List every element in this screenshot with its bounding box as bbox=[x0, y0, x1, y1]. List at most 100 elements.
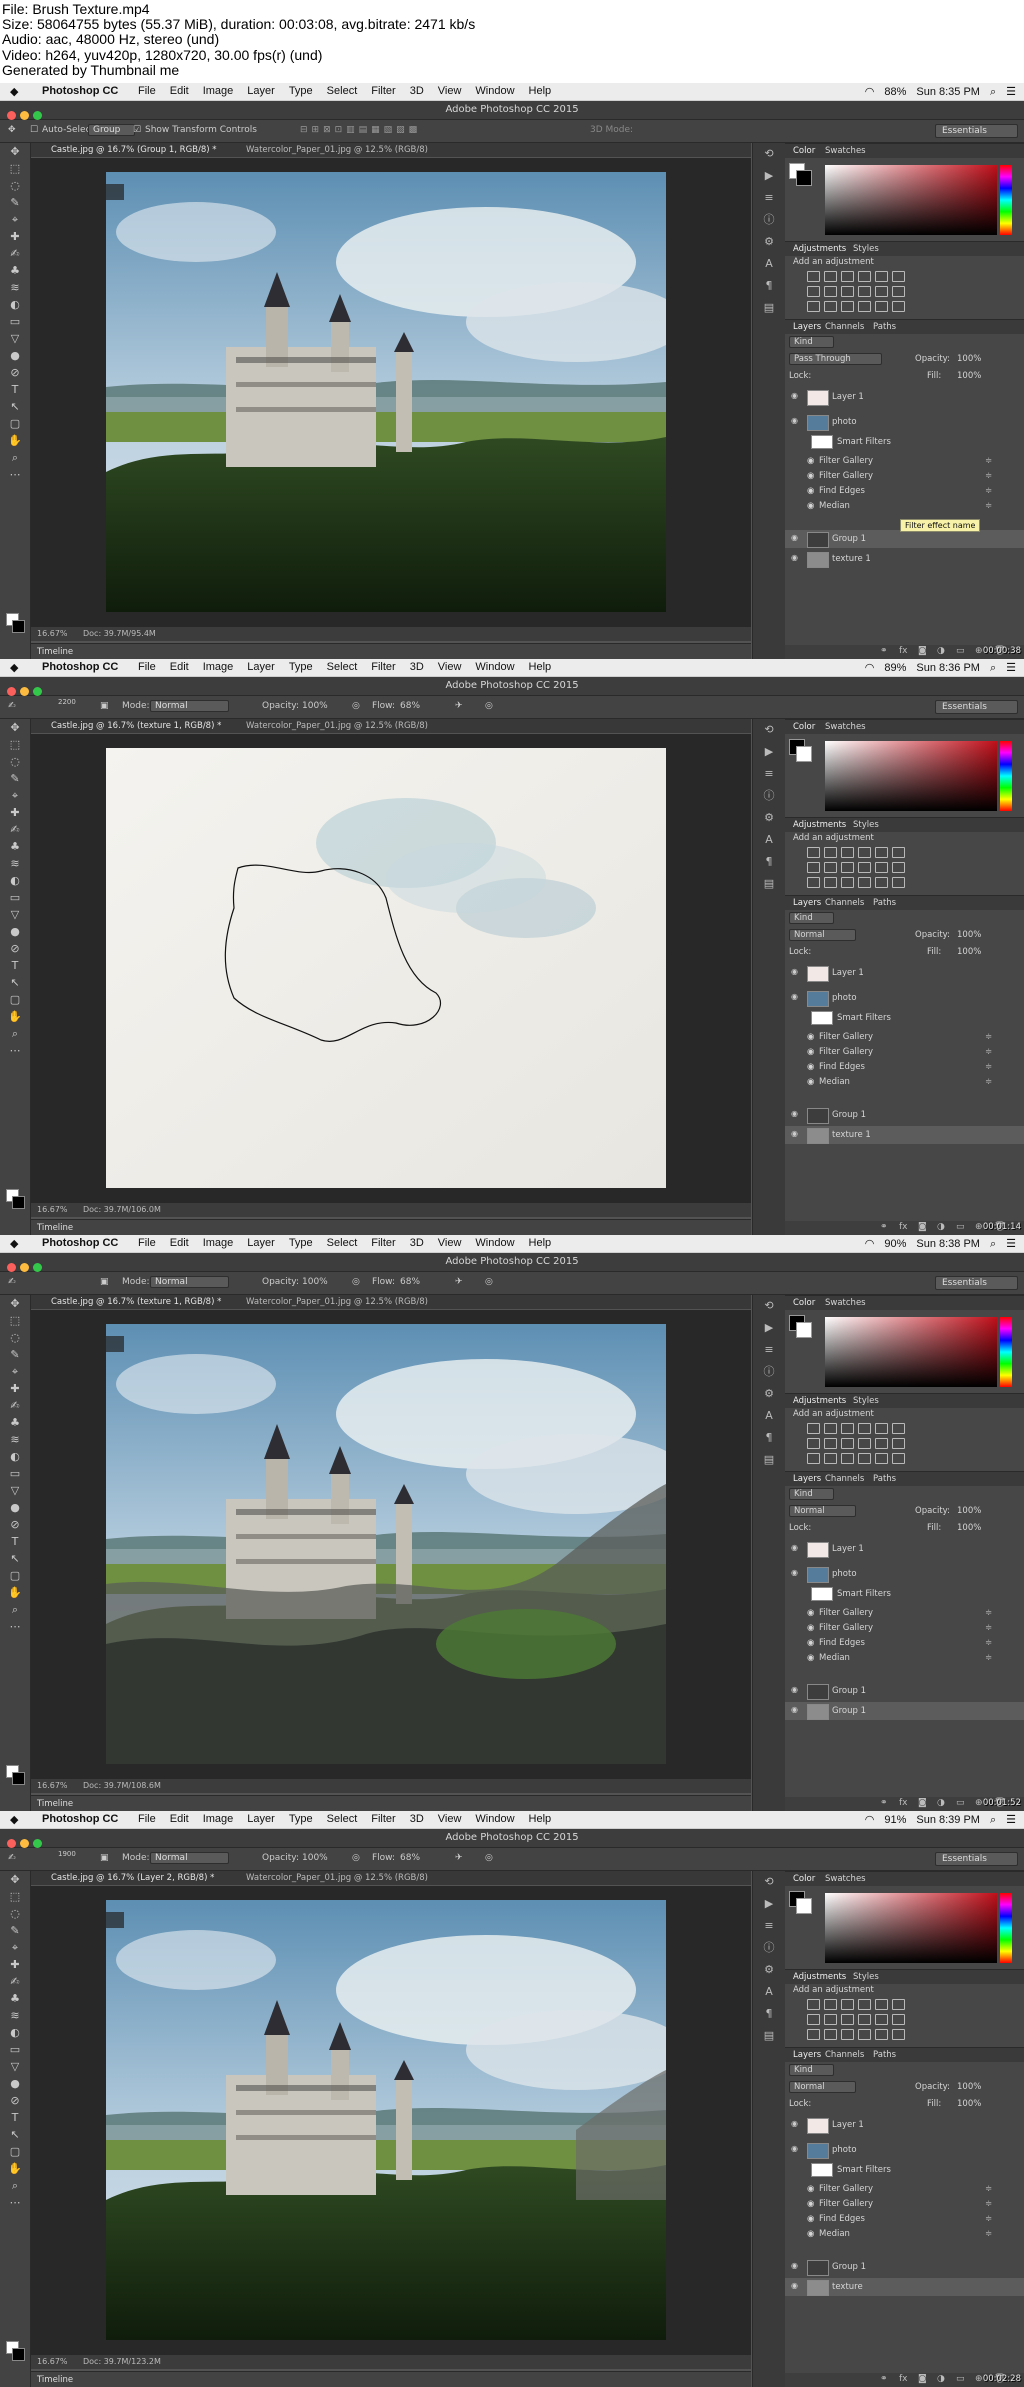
list-icon[interactable]: ☰ bbox=[1006, 1238, 1016, 1250]
opacity-value[interactable]: 100% bbox=[302, 1277, 328, 1287]
tool-icon[interactable]: ◐ bbox=[0, 2024, 30, 2041]
fx-icon[interactable]: fx bbox=[899, 646, 908, 656]
apple-icon[interactable]: ◆ bbox=[10, 661, 18, 674]
filter-options-icon[interactable]: ≑ bbox=[985, 501, 992, 511]
smart-filter-item[interactable]: Filter Gallery bbox=[819, 2184, 873, 2194]
menu-item[interactable]: Help bbox=[529, 661, 552, 673]
mask-icon[interactable]: ◙ bbox=[918, 646, 927, 656]
menu-item[interactable]: Select bbox=[327, 1813, 358, 1825]
menu-item[interactable]: Edit bbox=[170, 1813, 189, 1825]
auto-select-checkbox[interactable]: ☐ bbox=[30, 125, 38, 135]
smart-filter-item[interactable]: Find Edges bbox=[819, 486, 865, 496]
adjustment-icon[interactable] bbox=[807, 862, 820, 873]
tool-icon[interactable]: ✋ bbox=[0, 432, 30, 449]
search-icon[interactable]: ⌕ bbox=[990, 662, 996, 674]
new-layer-icon[interactable]: ⊕ bbox=[975, 1798, 983, 1808]
adjustment-icon[interactable] bbox=[807, 2014, 820, 2025]
tab-styles[interactable]: Styles bbox=[853, 820, 879, 830]
tool-icon[interactable]: ▽ bbox=[0, 2058, 30, 2075]
tool-icon[interactable]: ✥ bbox=[0, 1871, 30, 1888]
menu-item[interactable]: File bbox=[138, 85, 156, 97]
blend-mode-select[interactable]: Normal bbox=[789, 1505, 856, 1517]
menu-item[interactable]: Select bbox=[327, 661, 358, 673]
tab-castle[interactable]: Castle.jpg @ 16.7% (Layer 2, RGB/8) * bbox=[51, 1873, 214, 1883]
app-name[interactable]: Photoshop CC bbox=[42, 1237, 118, 1249]
tab-swatches[interactable]: Swatches bbox=[825, 1874, 866, 1884]
layer-name[interactable]: texture 1 bbox=[832, 1130, 871, 1140]
adjustment-icon[interactable] bbox=[824, 877, 837, 888]
tool-icon[interactable]: ▽ bbox=[0, 330, 30, 347]
filter-options-icon[interactable]: ≑ bbox=[985, 1047, 992, 1057]
blend-mode-select[interactable]: Normal bbox=[789, 929, 856, 941]
tool-icon[interactable]: ▭ bbox=[0, 313, 30, 330]
smart-filters-label[interactable]: Smart Filters bbox=[837, 1589, 891, 1599]
tab-paths[interactable]: Paths bbox=[873, 2050, 896, 2060]
layer-row[interactable]: ◉ photo bbox=[785, 989, 1024, 1007]
menu-item[interactable]: Filter bbox=[371, 85, 395, 97]
canvas-area[interactable] bbox=[31, 158, 751, 627]
adjustment-icon[interactable] bbox=[875, 847, 888, 858]
tool-icon[interactable]: ✚ bbox=[0, 1956, 30, 1973]
search-icon[interactable]: ⌕ bbox=[990, 86, 996, 98]
dock-icon[interactable]: ▶ bbox=[753, 1893, 785, 1915]
filter-options-icon[interactable]: ≑ bbox=[985, 1062, 992, 1072]
search-icon[interactable]: ⌕ bbox=[990, 1814, 996, 1826]
new-layer-icon[interactable]: ⊕ bbox=[975, 646, 983, 656]
color-picker-field[interactable] bbox=[825, 1893, 997, 1963]
layer-opacity-value[interactable]: 100% bbox=[957, 1506, 981, 1516]
menu-item[interactable]: File bbox=[138, 661, 156, 673]
tab-styles[interactable]: Styles bbox=[853, 244, 879, 254]
dock-icon[interactable]: ¶ bbox=[753, 851, 785, 873]
document-canvas[interactable] bbox=[106, 1324, 666, 1764]
filter-options-icon[interactable]: ≑ bbox=[985, 1077, 992, 1087]
tab-layers[interactable]: Layers bbox=[793, 1474, 821, 1484]
layer-row[interactable]: ◉ texture 1 bbox=[785, 550, 1024, 568]
adjustment-icon[interactable] bbox=[858, 1999, 871, 2010]
tool-icon[interactable]: ↖ bbox=[0, 398, 30, 415]
background-color-swatch[interactable] bbox=[12, 620, 25, 633]
folder-icon[interactable]: ▭ bbox=[956, 646, 965, 656]
color-background[interactable] bbox=[796, 170, 812, 186]
auto-select-target[interactable]: Group bbox=[88, 124, 136, 136]
mask-icon[interactable]: ◙ bbox=[918, 2374, 927, 2384]
app-name[interactable]: Photoshop CC bbox=[42, 1813, 118, 1825]
adjustment-icon[interactable] bbox=[841, 2029, 854, 2040]
canvas-area[interactable] bbox=[31, 734, 751, 1203]
tool-icon[interactable]: ✥ bbox=[0, 719, 30, 736]
adjustment-icon[interactable] bbox=[824, 1453, 837, 1464]
adjustment-icon[interactable] bbox=[824, 2029, 837, 2040]
tool-icon[interactable]: ● bbox=[0, 1499, 30, 1516]
tab-styles[interactable]: Styles bbox=[853, 1396, 879, 1406]
document-canvas[interactable] bbox=[106, 748, 666, 1188]
adjustment-icon[interactable] bbox=[841, 1438, 854, 1449]
workspace-select[interactable]: Essentials bbox=[934, 124, 1018, 138]
adjustment-icon[interactable] bbox=[875, 1999, 888, 2010]
canvas-area[interactable] bbox=[31, 1310, 751, 1779]
visibility-eye-icon[interactable]: ◉ bbox=[791, 992, 798, 1001]
adjustment-icon[interactable] bbox=[892, 2014, 905, 2025]
adjustment-icon[interactable] bbox=[892, 286, 905, 297]
zoom-level[interactable]: 16.67% bbox=[37, 1205, 68, 1214]
adjustment-icon[interactable] bbox=[807, 1999, 820, 2010]
adjustment-icon[interactable] bbox=[858, 1453, 871, 1464]
adjustment-icon[interactable] bbox=[858, 862, 871, 873]
layer-thumbnail[interactable] bbox=[807, 1108, 829, 1124]
tool-icon[interactable]: ⬚ bbox=[0, 736, 30, 753]
layer-thumbnail[interactable] bbox=[807, 1684, 829, 1700]
tool-icon[interactable]: T bbox=[0, 2109, 30, 2126]
dock-icon[interactable]: ▶ bbox=[753, 741, 785, 763]
tool-icon[interactable]: ↖ bbox=[0, 1550, 30, 1567]
menu-item[interactable]: Window bbox=[475, 661, 514, 673]
tool-icon[interactable]: ● bbox=[0, 923, 30, 940]
visibility-eye-icon[interactable]: ◉ bbox=[791, 2261, 798, 2270]
brush-tool-icon[interactable]: ✍ bbox=[8, 1853, 16, 1863]
menu-item[interactable]: 3D bbox=[410, 1237, 424, 1249]
adjustment-icon[interactable] bbox=[875, 2014, 888, 2025]
layer-name[interactable]: Layer 1 bbox=[832, 2120, 864, 2130]
adjustment-icon[interactable] bbox=[841, 286, 854, 297]
layer-thumbnail[interactable] bbox=[807, 966, 829, 982]
dock-icon[interactable]: ▤ bbox=[753, 297, 785, 319]
tool-icon[interactable]: ⋯ bbox=[0, 1042, 30, 1059]
tool-icon[interactable]: ⌖ bbox=[0, 1363, 30, 1380]
layer-row[interactable]: ◉ texture bbox=[785, 2278, 1024, 2296]
